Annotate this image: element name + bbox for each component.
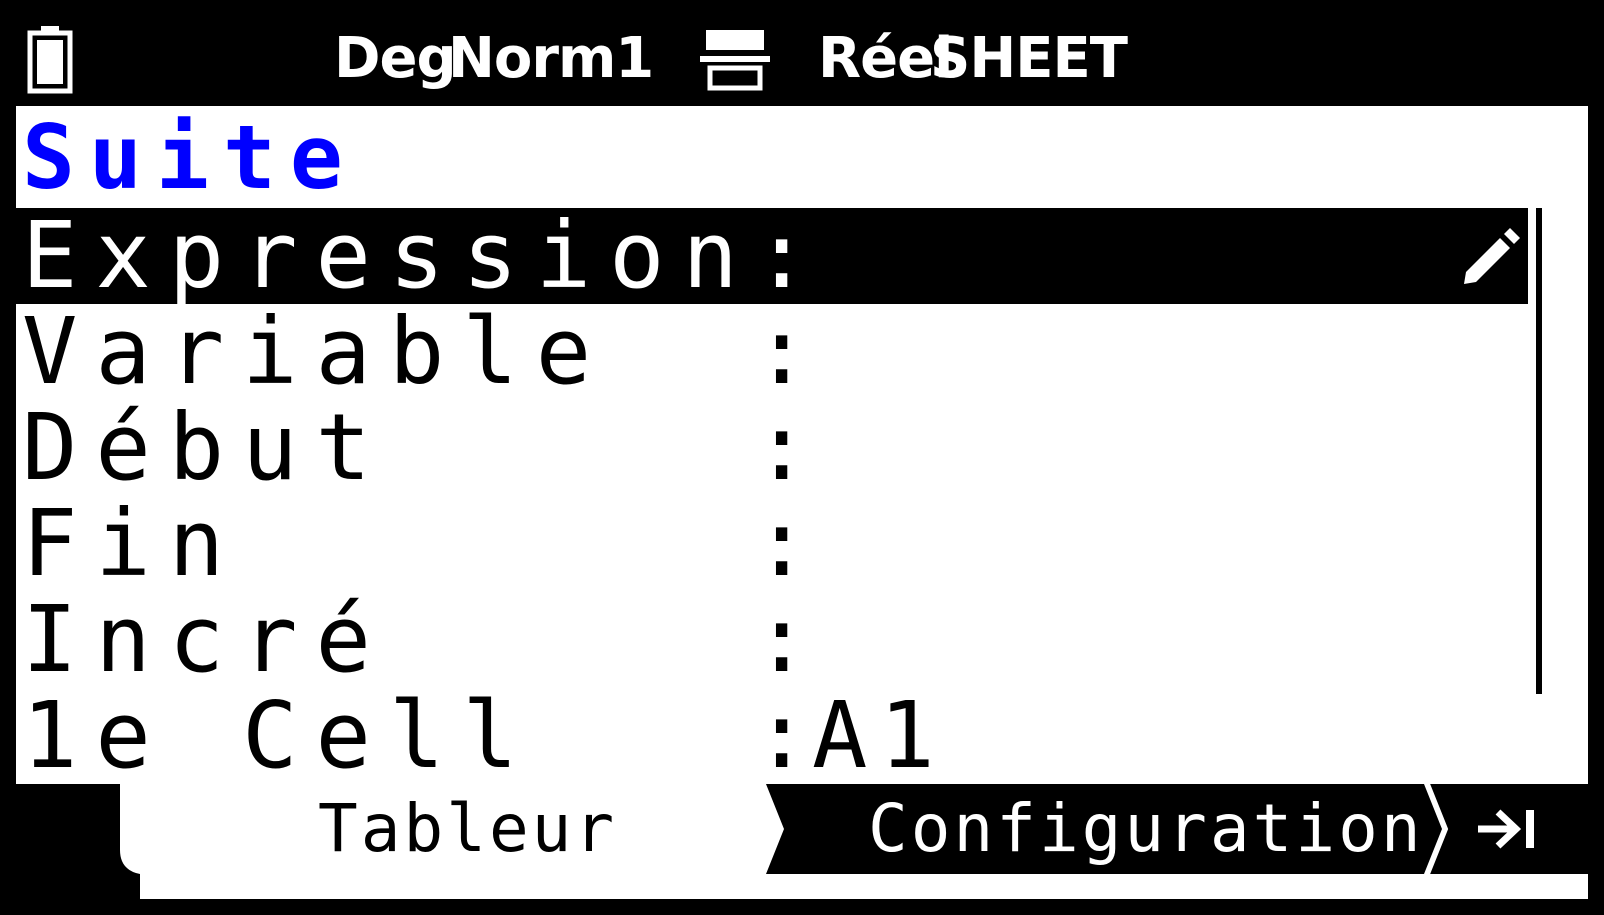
setting-label: Variable (22, 298, 610, 405)
setting-separator: : (754, 490, 810, 597)
jump-to-end-icon[interactable] (1474, 804, 1540, 854)
display-format-indicator: Norm1 (448, 26, 654, 91)
calculator-screen: Deg Norm1 Réel SHEET Suite Expression : … (16, 16, 1588, 899)
pencil-icon (1464, 228, 1520, 284)
battery-icon (27, 26, 73, 94)
setting-label: Fin (22, 490, 243, 597)
setting-separator: : (754, 202, 810, 309)
setting-row-fin[interactable]: Fin : (16, 496, 1528, 592)
angle-unit-indicator: Deg (334, 26, 457, 91)
setting-value[interactable]: A1 (812, 688, 947, 784)
setting-row-expression[interactable]: Expression : (16, 208, 1528, 304)
setting-label: Expression (22, 202, 756, 309)
setting-separator: : (754, 682, 810, 789)
function-key-bar: Tableur Configuration (16, 784, 1588, 899)
tab-tableur[interactable]: Tableur (318, 784, 617, 874)
setting-label: Début (22, 394, 389, 501)
status-bar: Deg Norm1 Réel SHEET (16, 16, 1588, 106)
input-output-icon (700, 30, 770, 91)
scrollbar[interactable] (1534, 208, 1544, 694)
scrollbar-thumb[interactable] (1536, 208, 1542, 694)
settings-list: Expression : Variable : Début : Fin : In… (16, 208, 1528, 784)
setting-row-debut[interactable]: Début : (16, 400, 1528, 496)
setting-label: 1e Cell (22, 682, 536, 789)
setting-separator: : (754, 394, 810, 501)
setting-row-variable[interactable]: Variable : (16, 304, 1528, 400)
setting-separator: : (754, 298, 810, 405)
setting-label: Incré (22, 586, 389, 693)
setting-row-incre[interactable]: Incré : (16, 592, 1528, 688)
page-title: Suite (22, 106, 357, 209)
tab-configuration[interactable]: Configuration (868, 784, 1424, 874)
app-name-indicator: SHEET (930, 26, 1128, 91)
setting-separator: : (754, 586, 810, 693)
setting-row-first-cell[interactable]: 1e Cell : A1 (16, 688, 1528, 784)
